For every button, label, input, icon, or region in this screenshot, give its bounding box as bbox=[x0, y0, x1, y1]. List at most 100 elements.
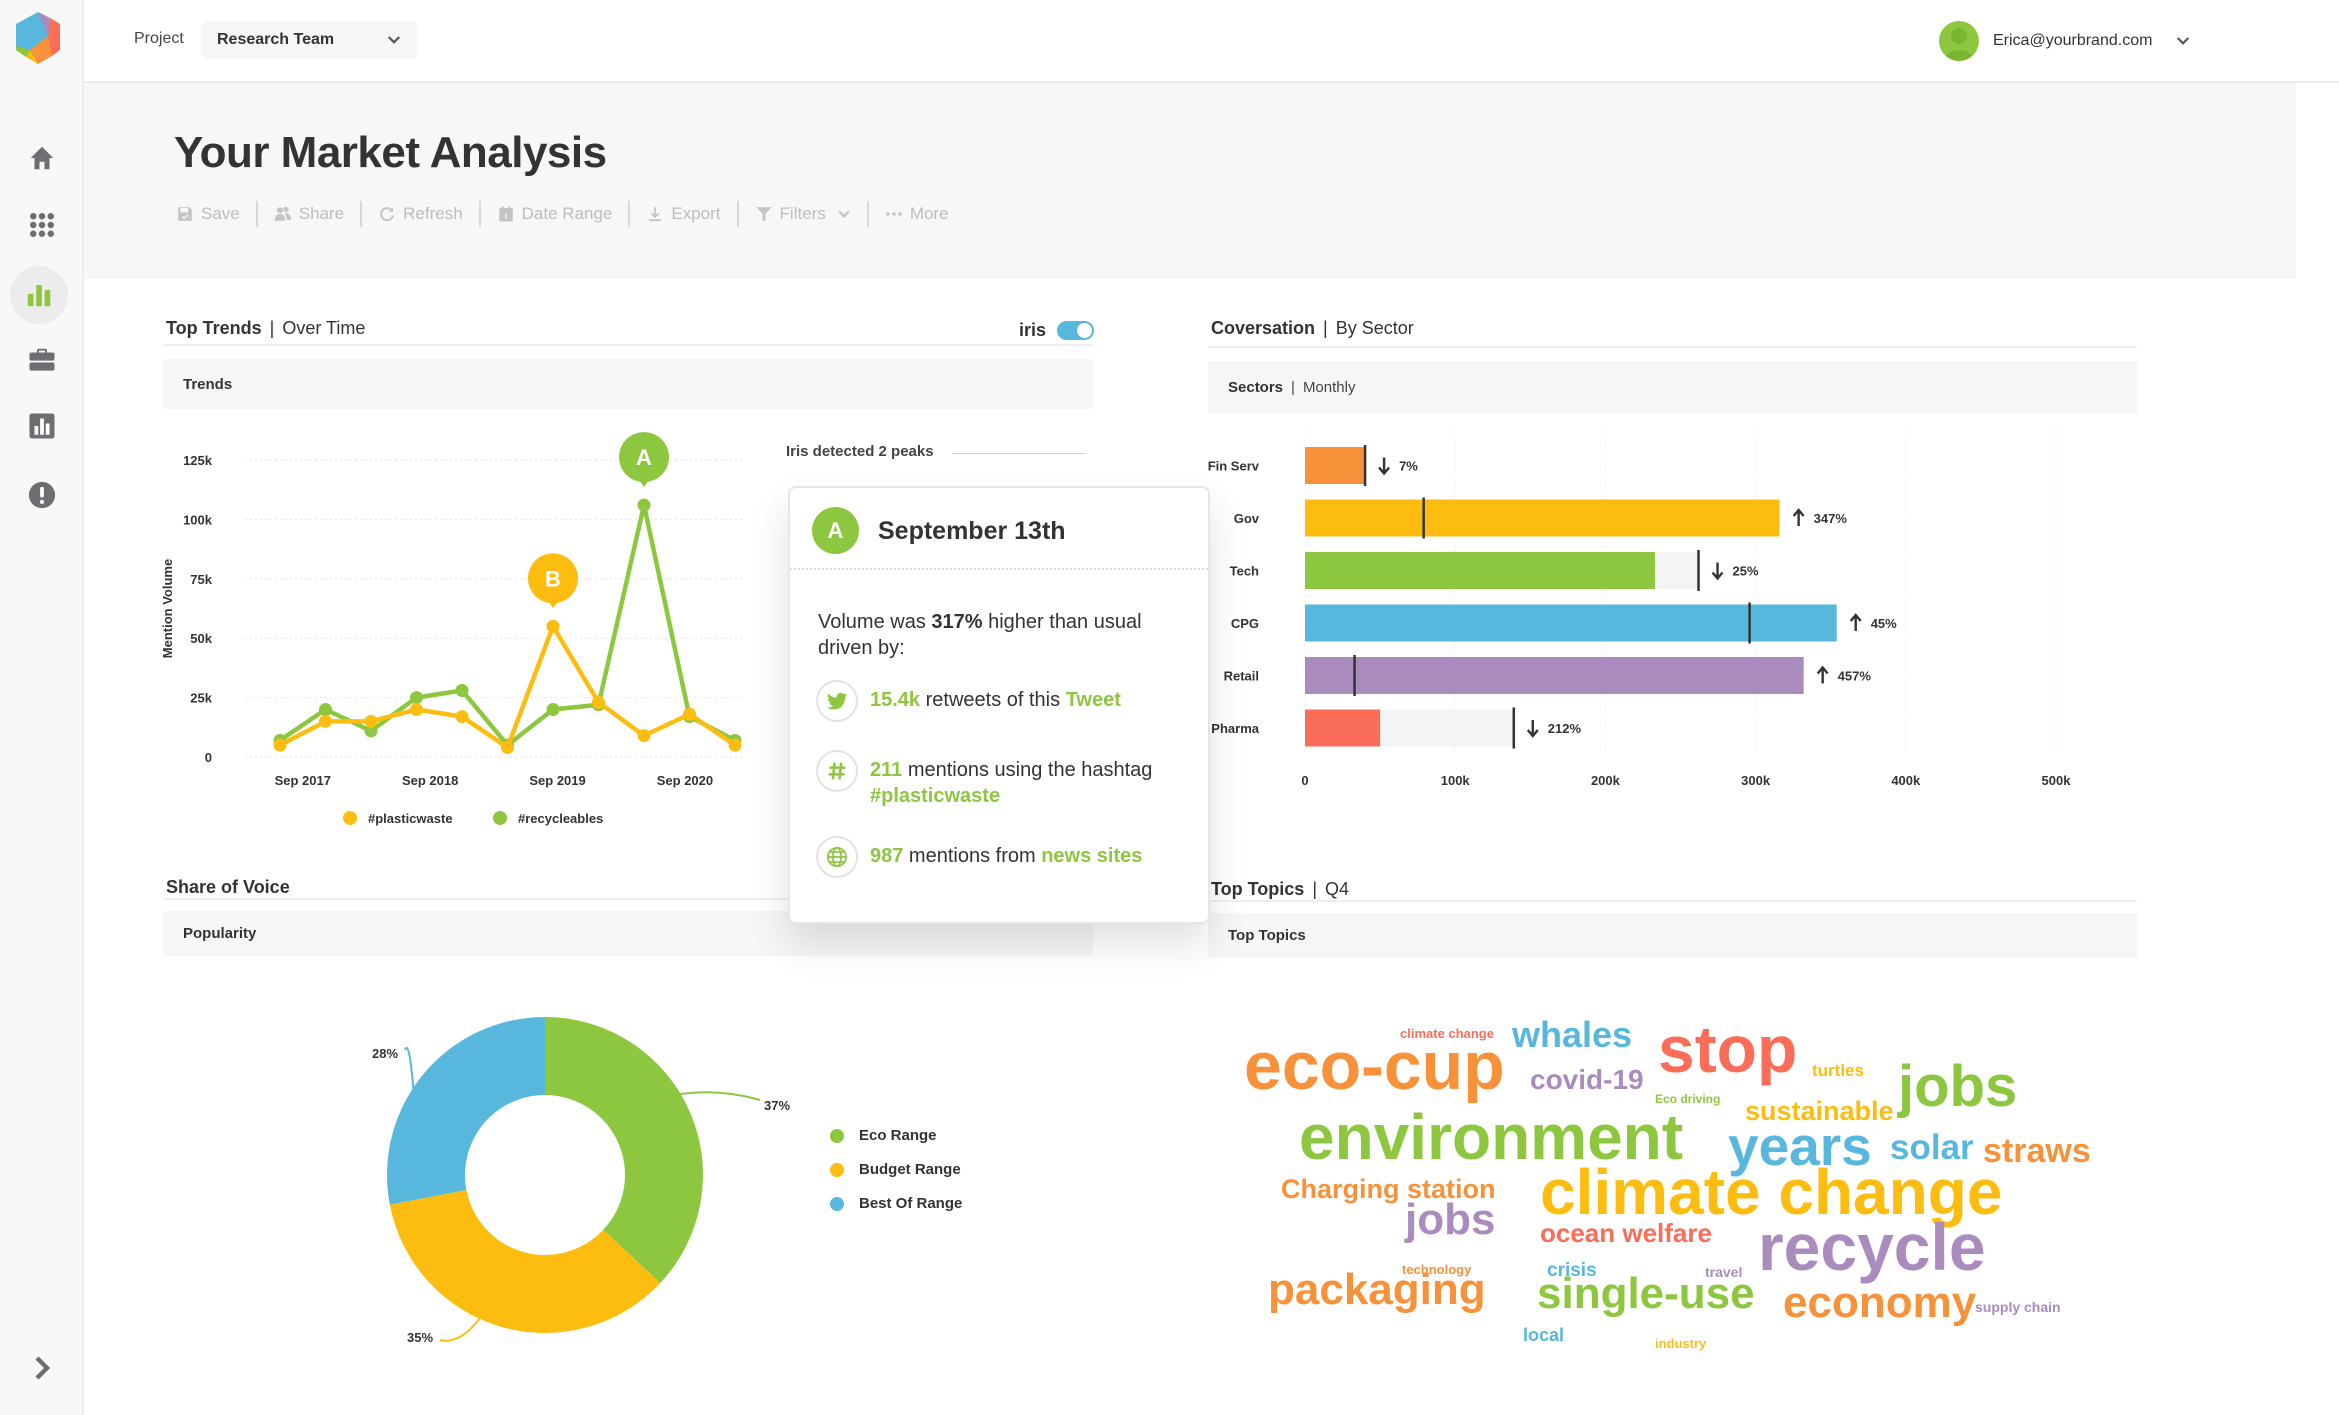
chevron-right-icon bbox=[35, 1356, 51, 1380]
avatar bbox=[1939, 21, 1979, 61]
data-point bbox=[410, 702, 423, 716]
legend-label: Eco Range bbox=[859, 1127, 937, 1144]
legend-label: Best Of Range bbox=[859, 1195, 963, 1212]
arrow-up-icon bbox=[1816, 665, 1829, 684]
news-sites-link[interactable]: news sites bbox=[1041, 845, 1142, 867]
topic-word[interactable]: jobs bbox=[1405, 1198, 1495, 1242]
legend-marker bbox=[493, 811, 507, 825]
export-button[interactable]: Export bbox=[630, 204, 736, 224]
data-point bbox=[364, 714, 378, 728]
slice-label: 35% bbox=[407, 1330, 433, 1345]
x-tick-label: Sep 2019 bbox=[529, 773, 585, 788]
refresh-label: Refresh bbox=[403, 204, 463, 223]
briefcase-icon bbox=[29, 348, 55, 371]
legend-item[interactable]: Best Of Range bbox=[830, 1195, 962, 1212]
data-point bbox=[637, 729, 651, 743]
sidebar-item-reports[interactable] bbox=[18, 402, 66, 450]
x-tick-label: 100k bbox=[1441, 773, 1471, 788]
sidebar-item-analytics[interactable] bbox=[10, 266, 68, 324]
topics-panel-header: Top Topics bbox=[1208, 913, 2137, 958]
category-label: Fin Serv bbox=[1208, 459, 1260, 474]
refresh-icon bbox=[380, 207, 395, 222]
project-select[interactable]: Research Team bbox=[201, 21, 417, 59]
data-point bbox=[501, 740, 514, 754]
topic-word[interactable]: covid-19 bbox=[1530, 1066, 1644, 1094]
sectors-panel-sub: Monthly bbox=[1302, 378, 1356, 396]
save-label: Save bbox=[201, 204, 240, 223]
share-users-icon bbox=[274, 206, 291, 221]
change-label: 457% bbox=[1838, 669, 1872, 684]
topic-word[interactable]: jobs bbox=[1898, 1058, 2017, 1116]
more-dots-icon bbox=[886, 212, 902, 216]
topic-word[interactable]: climate change bbox=[1400, 1027, 1494, 1040]
topic-word[interactable]: economy bbox=[1783, 1281, 1976, 1325]
trends-title: Top Trends bbox=[166, 318, 262, 338]
popup-divider bbox=[790, 568, 1208, 570]
sidebar-item-portfolio[interactable] bbox=[18, 336, 66, 384]
topic-word[interactable]: single-use bbox=[1537, 1272, 1755, 1316]
topic-word[interactable]: industry bbox=[1655, 1337, 1706, 1350]
topic-word[interactable]: whales bbox=[1512, 1017, 1632, 1053]
heading-separator: | bbox=[1323, 318, 1328, 338]
data-point bbox=[592, 695, 605, 709]
user-menu[interactable]: Erica@yourbrand.com bbox=[1939, 20, 2192, 62]
sectors-subtitle: By Sector bbox=[1335, 318, 1414, 338]
category-label: Tech bbox=[1230, 564, 1259, 579]
chevron-down-icon bbox=[2177, 37, 2190, 45]
data-point bbox=[546, 619, 560, 633]
category-label: Retail bbox=[1224, 669, 1259, 684]
peaks-connector-line bbox=[952, 453, 1086, 454]
more-button[interactable]: More bbox=[869, 204, 965, 224]
x-tick-label: Sep 2020 bbox=[657, 773, 713, 788]
sidebar-item-apps[interactable] bbox=[18, 201, 66, 249]
date-range-label: Date Range bbox=[521, 204, 613, 223]
data-point bbox=[319, 702, 332, 716]
topic-word[interactable]: local bbox=[1523, 1326, 1564, 1344]
sidebar-item-alerts[interactable] bbox=[18, 471, 66, 519]
topic-word[interactable]: supply chain bbox=[1975, 1300, 2061, 1314]
tweet-link[interactable]: Tweet bbox=[1066, 689, 1121, 711]
driver-twitter: 15.4k retweets of this Tweet bbox=[816, 680, 1190, 722]
driver-value: 15.4k bbox=[870, 689, 921, 711]
sectors-panel-label: Sectors bbox=[1228, 378, 1284, 396]
legend-item[interactable]: Eco Range bbox=[830, 1127, 937, 1144]
trends-panel-label: Trends bbox=[183, 375, 233, 393]
calendar-icon bbox=[498, 206, 513, 222]
date-range-button[interactable]: Date Range bbox=[481, 204, 629, 224]
save-icon bbox=[178, 207, 192, 221]
trends-subtitle: Over Time bbox=[282, 318, 366, 338]
refresh-button[interactable]: Refresh bbox=[362, 204, 479, 224]
arrow-down-icon bbox=[1378, 457, 1391, 476]
topic-word[interactable]: turtles bbox=[1812, 1062, 1864, 1079]
topics-subtitle: Q4 bbox=[1325, 879, 1350, 899]
save-button[interactable]: Save bbox=[176, 204, 256, 224]
share-of-voice-title: Share of Voice bbox=[166, 877, 290, 897]
sidebar-item-home[interactable] bbox=[18, 134, 66, 182]
peak-detail-popup: A September 13th Volume was 317% higher … bbox=[788, 486, 1210, 924]
legend-item[interactable]: Budget Range bbox=[830, 1161, 961, 1178]
alert-icon bbox=[28, 481, 56, 509]
driver-value: 211 bbox=[870, 759, 903, 781]
heading-separator: | bbox=[1312, 879, 1318, 899]
iris-toggle[interactable] bbox=[1057, 321, 1094, 340]
trends-panel-header: Trends bbox=[163, 359, 1093, 409]
peak-date: September 13th bbox=[878, 517, 1066, 545]
topic-word[interactable]: stop bbox=[1658, 1016, 1797, 1082]
topic-word[interactable]: eco-cup bbox=[1244, 1032, 1505, 1100]
share-button[interactable]: Share bbox=[258, 204, 360, 224]
data-point bbox=[546, 702, 560, 716]
brand-logo[interactable] bbox=[12, 10, 64, 66]
hashtag-link[interactable]: #plasticwaste bbox=[870, 785, 1000, 807]
data-point bbox=[410, 691, 423, 705]
benchmark-gap bbox=[1654, 552, 1699, 589]
twitter-icon-wrap bbox=[816, 680, 858, 722]
sectors-heading: Coversation | By Sector bbox=[1211, 318, 1414, 339]
topic-word[interactable]: ocean welfare bbox=[1540, 1220, 1712, 1246]
bar-retail bbox=[1305, 657, 1804, 694]
topic-word[interactable]: packaging bbox=[1268, 1268, 1486, 1312]
y-tick-label: 125k bbox=[183, 453, 213, 468]
filters-dropdown[interactable]: Filters bbox=[739, 204, 867, 224]
sidebar-expand-button[interactable] bbox=[18, 1344, 66, 1392]
series-line-plasticwaste bbox=[278, 624, 737, 750]
topic-word[interactable]: recycle bbox=[1758, 1214, 1986, 1280]
